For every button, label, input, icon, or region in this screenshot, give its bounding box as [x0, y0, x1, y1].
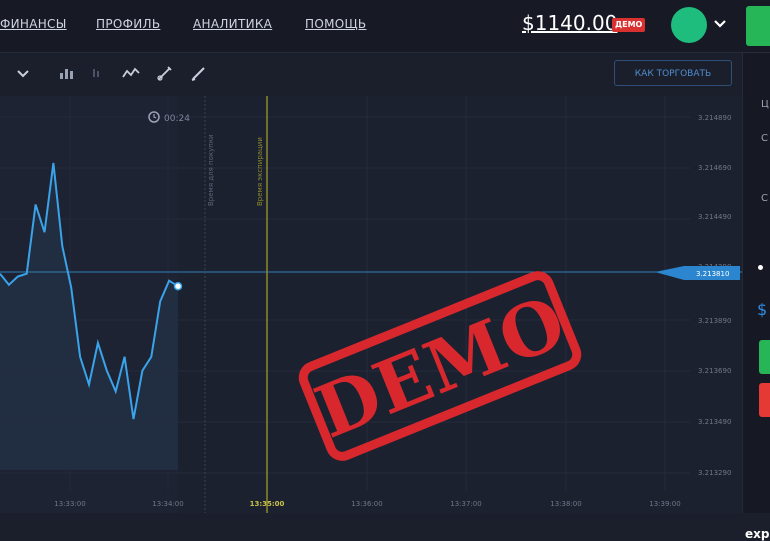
- chart-type-icon[interactable]: [58, 65, 76, 81]
- time-tick-label: 13:37:00: [450, 500, 481, 508]
- time-tick-label: 13:39:00: [649, 500, 680, 508]
- nav-profile[interactable]: ПРОФИЛЬ: [96, 17, 160, 31]
- panel-label-2: С: [761, 133, 768, 144]
- time-tick-label: 13:34:00: [152, 500, 183, 508]
- payout-value: $: [757, 300, 768, 319]
- panel-dot: [758, 265, 763, 270]
- nav-analytics[interactable]: АНАЛИТИКА: [193, 17, 272, 31]
- deposit-button[interactable]: [746, 6, 770, 46]
- price-tick-label: 3.213890: [698, 317, 731, 325]
- draw-icon[interactable]: [156, 65, 174, 81]
- price-tick-label: 3.214890: [698, 114, 731, 122]
- timeframe-icon[interactable]: [90, 65, 108, 81]
- time-tick-label: 13:38:00: [550, 500, 581, 508]
- price-tick-label: 3.214490: [698, 213, 731, 221]
- price-tick-label: 3.213490: [698, 418, 731, 426]
- buy-down-button[interactable]: [759, 383, 770, 417]
- price-chart[interactable]: Время для покупки Время экспирации 00:24…: [0, 96, 742, 513]
- price-tick-label: 3.213690: [698, 367, 731, 375]
- chevron-down-icon[interactable]: [712, 16, 728, 32]
- panel-label-1: Ц: [761, 99, 769, 110]
- panel-label-3: С: [761, 193, 768, 204]
- demo-stamp: DEMO: [298, 271, 582, 461]
- indicators-icon[interactable]: [122, 65, 140, 81]
- last-price-point: [173, 281, 183, 291]
- pencil-icon[interactable]: [190, 65, 208, 81]
- purchase-time-label: Время для покупки: [207, 134, 215, 206]
- time-tick-label: 13:36:00: [351, 500, 382, 508]
- nav-finance[interactable]: ФИНАНСЫ: [0, 17, 67, 31]
- time-tick-label: 13:33:00: [54, 500, 85, 508]
- expiration-label: exp: [745, 527, 770, 541]
- avatar[interactable]: [671, 7, 707, 43]
- history-region: [0, 96, 178, 513]
- expiration-time-label: Время экспирации: [256, 137, 264, 206]
- right-panel: Ц С С $ exp: [742, 53, 770, 541]
- price-tick-label: 3.214690: [698, 164, 731, 172]
- current-price-value: 3.213810: [696, 270, 729, 278]
- demo-stamp-text: DEMO: [304, 278, 577, 454]
- timer-value: 00:24: [164, 114, 190, 124]
- chart-canvas[interactable]: Время для покупки Время экспирации 00:24…: [0, 96, 742, 513]
- buy-up-button[interactable]: [759, 340, 770, 374]
- price-tick-label: 3.213290: [698, 469, 731, 477]
- nav-help[interactable]: ПОМОЩЬ: [305, 17, 366, 31]
- how-to-trade-button[interactable]: КАК ТОРГОВАТЬ: [614, 60, 732, 86]
- time-tick-label: 13:35:00: [250, 500, 285, 508]
- demo-badge: ДЕМО: [612, 18, 646, 32]
- account-balance[interactable]: $1140.00: [522, 11, 617, 35]
- top-bar: ФИНАНСЫ ПРОФИЛЬ АНАЛИТИКА ПОМОЩЬ $1140.0…: [0, 0, 770, 53]
- chevron-down-icon[interactable]: [14, 65, 32, 81]
